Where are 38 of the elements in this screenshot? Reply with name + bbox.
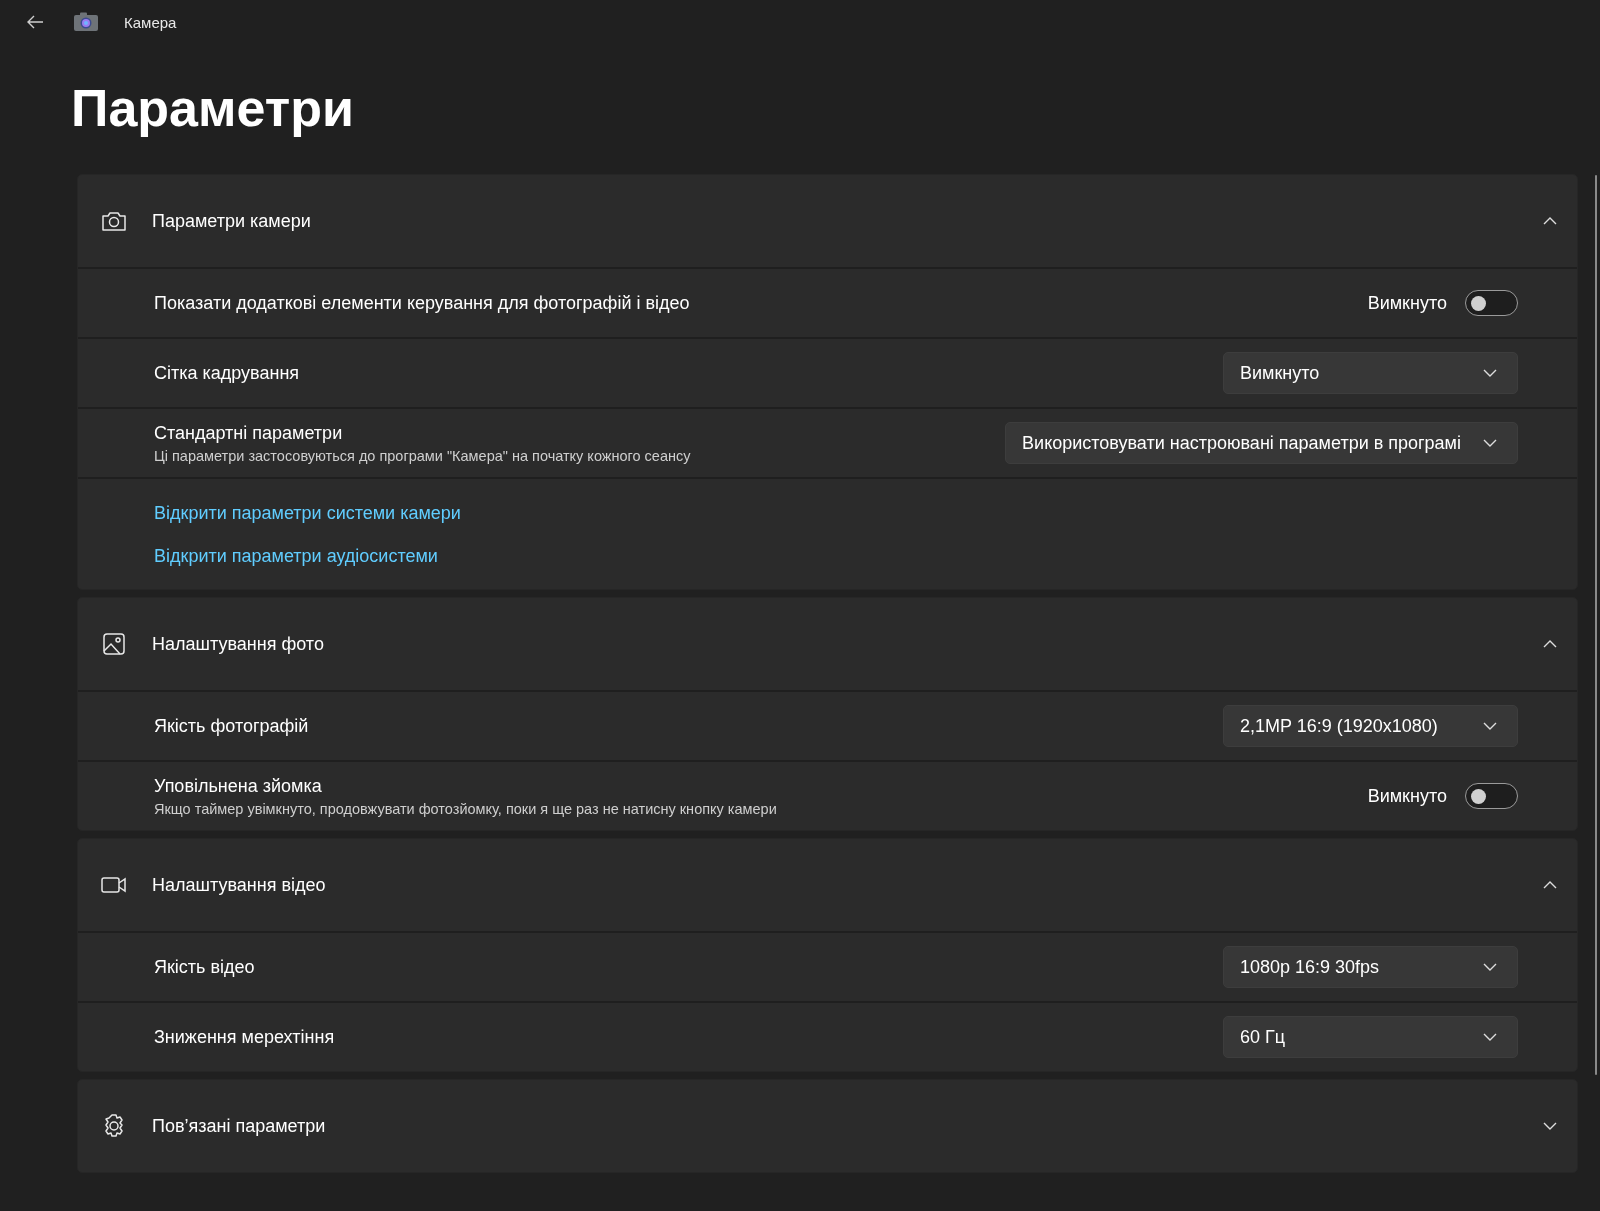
chevron-down-icon	[1483, 1033, 1497, 1041]
toggle-switch[interactable]	[1465, 783, 1518, 809]
scrollbar[interactable]	[1595, 175, 1597, 1075]
toggle-state-label: Вимкнуто	[1367, 785, 1447, 807]
dropdown[interactable]: 60 Гц	[1223, 1016, 1518, 1058]
toggle-switch[interactable]	[1465, 290, 1518, 316]
chevron-down-icon	[1483, 963, 1497, 971]
chevron-down-icon	[1543, 1122, 1557, 1130]
dropdown[interactable]: Використовувати настроювані параметри в програмі	[1005, 422, 1518, 464]
chevron-up-icon	[1543, 217, 1557, 225]
setting-label: Зниження мерехтіння	[154, 1026, 336, 1048]
toggle-state-label: Вимкнуто	[1367, 292, 1447, 314]
setting-label: Якість фотографій	[154, 715, 310, 737]
setting-description: Ці параметри застосовуються до програми "Камера" на початку кожного сеансу	[154, 447, 692, 464]
dropdown[interactable]: 2,1MP 16:9 (1920x1080)	[1223, 705, 1518, 747]
setting-description: Якщо таймер увімкнуто, продовжувати фотозйомку, поки я ще раз не натисну кнопку камери	[154, 800, 778, 817]
chevron-down-icon	[1483, 369, 1497, 377]
setting-label: Якість відео	[154, 956, 256, 978]
section-header[interactable]: Налаштування фото	[78, 598, 1577, 692]
back-arrow-icon	[26, 14, 44, 30]
dropdown[interactable]: 1080p 16:9 30fps	[1223, 946, 1518, 988]
image-icon	[100, 630, 128, 658]
section-header[interactable]: Пов’язані параметри	[78, 1080, 1577, 1172]
chevron-down-icon	[1483, 439, 1497, 447]
setting-label: Уповільнена зйомка	[154, 775, 323, 797]
dropdown[interactable]: Вимкнуто	[1223, 352, 1518, 394]
section-header[interactable]: Параметри камери	[78, 175, 1577, 269]
camera-app-icon	[74, 12, 98, 32]
app-title: Камера	[124, 13, 177, 31]
settings-link[interactable]: Відкрити параметри аудіосистеми	[154, 546, 438, 567]
setting-label: Сітка кадрування	[154, 362, 301, 384]
setting-label: Показати додаткові елементи керування для фотографій і відео	[154, 292, 691, 314]
chevron-down-icon	[1483, 722, 1497, 730]
setting-label: Стандартні параметри	[154, 422, 344, 444]
section-header[interactable]: Налаштування відео	[78, 839, 1577, 933]
settings-link[interactable]: Відкрити параметри системи камери	[154, 503, 461, 524]
chevron-up-icon	[1543, 640, 1557, 648]
chevron-up-icon	[1543, 881, 1557, 889]
